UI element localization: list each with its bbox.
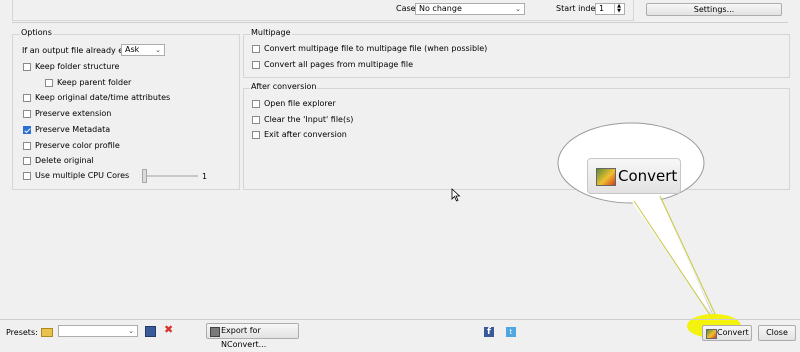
image-convert-icon [596,168,616,186]
convert-label: Convert [717,328,749,337]
save-icon[interactable] [145,326,156,337]
callout-convert-label: Convert [618,167,678,185]
presets-label: Presets: [6,328,38,337]
image-convert-icon [706,329,717,339]
export-nconvert-button[interactable]: Export for NConvert... [206,323,299,349]
bottom-separator [0,319,800,320]
delete-icon[interactable]: ✖ [164,323,173,336]
callout-convert-button: Convert [587,158,681,194]
folder-icon[interactable] [41,328,53,337]
export-icon [210,327,220,337]
convert-button[interactable]: Convert [702,325,752,341]
presets-select[interactable]: ⌄ [58,325,138,337]
twitter-icon[interactable]: t [506,327,516,337]
chevron-down-icon: ⌄ [128,327,134,335]
close-button[interactable]: Close [758,325,796,341]
facebook-icon[interactable]: f [484,327,494,337]
